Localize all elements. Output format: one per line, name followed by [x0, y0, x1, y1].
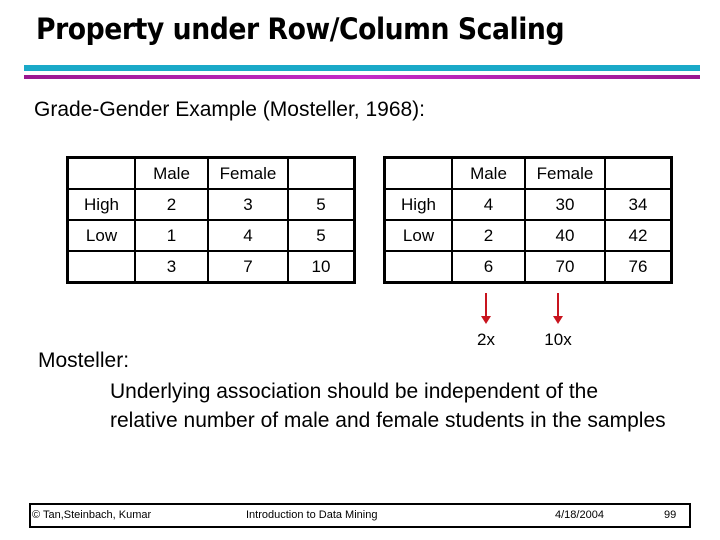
table-row: Low 2 40 42: [383, 219, 673, 252]
row-label: Low: [66, 219, 136, 252]
table-cell: 2: [451, 219, 526, 252]
row-label: High: [66, 188, 136, 221]
female-scale-arrow-icon: [553, 293, 563, 324]
title-rule-magenta: [24, 75, 700, 79]
table-cell: 10: [287, 250, 356, 284]
footer-page-number: 99: [664, 509, 677, 521]
table-cell: 30: [524, 188, 606, 221]
slide-footer: © Tan,Steinbach, Kumar Introduction to D…: [29, 503, 691, 528]
table-cell: 5: [287, 188, 356, 221]
footer-date: 4/18/2004: [555, 509, 604, 521]
header-cell: [66, 156, 136, 190]
slide-title: Property under Row/Column Scaling: [36, 12, 565, 46]
footer-copyright: © Tan,Steinbach, Kumar: [32, 509, 152, 521]
row-label: High: [383, 188, 453, 221]
table-cell: 3: [207, 188, 289, 221]
header-cell: Male: [451, 156, 526, 190]
table-header-row: Male Female: [383, 156, 673, 190]
totals-row: 3 7 10: [66, 250, 356, 284]
table-cell: 4: [451, 188, 526, 221]
table-cell: 76: [604, 250, 673, 284]
row-label: Low: [383, 219, 453, 252]
table-cell: 42: [604, 219, 673, 252]
table-cell: 7: [207, 250, 289, 284]
footer-course: Introduction to Data Mining: [246, 509, 378, 521]
totals-row: 6 70 76: [383, 250, 673, 284]
table-row: High 2 3 5: [66, 188, 356, 221]
table-cell: 6: [451, 250, 526, 284]
original-contingency-table: Male Female High 2 3 5 Low 1 4 5 3 7 10: [66, 156, 356, 284]
body-heading: Mosteller:: [38, 349, 130, 372]
male-scale-arrow-icon: [481, 293, 491, 324]
header-cell: Male: [134, 156, 209, 190]
table-cell: 1: [134, 219, 209, 252]
table-header-row: Male Female: [66, 156, 356, 190]
body-text: Underlying association should be indepen…: [110, 380, 666, 432]
title-rule-cyan: [24, 65, 700, 71]
table-row: High 4 30 34: [383, 188, 673, 221]
row-label: [383, 250, 453, 284]
header-cell: Female: [524, 156, 606, 190]
table-cell: 4: [207, 219, 289, 252]
header-cell: Female: [207, 156, 289, 190]
table-cell: 40: [524, 219, 606, 252]
table-cell: 5: [287, 219, 356, 252]
table-cell: 70: [524, 250, 606, 284]
female-scale-label: 10x: [544, 330, 572, 349]
row-label: [66, 250, 136, 284]
header-cell: [287, 156, 356, 190]
header-cell: [604, 156, 673, 190]
scaled-contingency-table: Male Female High 4 30 34 Low 2 40 42 6 7…: [383, 156, 673, 284]
table-cell: 34: [604, 188, 673, 221]
table-cell: 3: [134, 250, 209, 284]
male-scale-label: 2x: [477, 330, 495, 349]
subtitle: Grade-Gender Example (Mosteller, 1968):: [34, 98, 426, 121]
header-cell: [383, 156, 453, 190]
table-cell: 2: [134, 188, 209, 221]
table-row: Low 1 4 5: [66, 219, 356, 252]
